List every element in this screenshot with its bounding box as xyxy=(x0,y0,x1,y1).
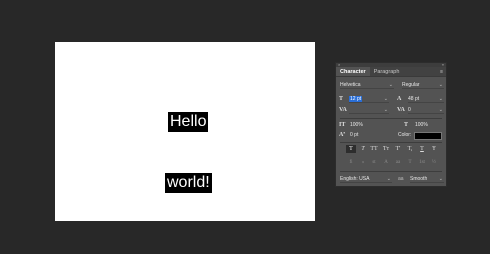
chevron-down-icon: ⌄ xyxy=(383,107,388,113)
font-row: Helvetica ⌄ Regular ⌄ xyxy=(336,81,448,91)
font-family-value: Helvetica xyxy=(340,82,361,88)
chevron-down-icon: ⌄ xyxy=(383,96,388,102)
language-dropdown[interactable]: English: USA ⌄ xyxy=(340,175,392,183)
scale-row: IT 100% T 100% xyxy=(336,121,448,131)
baseline-row: Aª 0 pt Color: xyxy=(336,131,448,141)
size-row: T 12 pt ⌄ A 48 pt ⌄ xyxy=(336,95,448,105)
horizontal-scale-icon: T xyxy=(404,122,409,128)
horizontal-scale-field[interactable]: 100% xyxy=(415,121,443,129)
antialias-dropdown[interactable]: Smooth ⌄ xyxy=(410,175,444,183)
tracking-icon: VA xyxy=(397,107,405,113)
stylistic-alternates-button[interactable]: aa xyxy=(393,159,403,166)
chevron-down-icon: ⌄ xyxy=(386,176,391,182)
chevron-down-icon: ⌄ xyxy=(388,82,393,88)
fractions-button[interactable]: ½ xyxy=(429,159,439,166)
chevron-down-icon: ⌄ xyxy=(438,96,443,102)
all-caps-button[interactable]: TT xyxy=(369,145,379,153)
tab-paragraph[interactable]: Paragraph xyxy=(370,67,404,76)
opentype-buttons: fi ℴ st A aa T 1st ½ xyxy=(336,159,448,169)
font-size-field[interactable]: 12 pt ⌄ xyxy=(349,95,389,103)
leading-value: 48 pt xyxy=(408,96,420,102)
tracking-field[interactable]: 0 ⌄ xyxy=(408,106,444,114)
superscript-button[interactable]: T' xyxy=(393,145,403,153)
kerning-icon: VA xyxy=(339,107,347,113)
chevron-down-icon: ⌄ xyxy=(438,176,443,182)
strikethrough-button[interactable]: Ŧ xyxy=(429,145,439,153)
font-size-icon: T xyxy=(339,96,344,102)
divider xyxy=(340,171,442,172)
panel-tabs: Character Paragraph ≡ xyxy=(336,67,446,77)
chevron-down-icon: ⌄ xyxy=(438,107,443,113)
color-label: Color: xyxy=(398,132,412,138)
tracking-value: 0 xyxy=(408,107,411,113)
chevron-down-icon: ⌄ xyxy=(438,82,443,88)
vertical-scale-icon: IT xyxy=(339,122,346,128)
subscript-button[interactable]: T, xyxy=(405,145,415,153)
underline-button[interactable]: T xyxy=(417,145,427,153)
color-swatch[interactable] xyxy=(414,132,442,140)
font-style-value: Regular xyxy=(402,82,420,88)
text-layer-hello[interactable]: Hello xyxy=(168,112,209,132)
kerning-field[interactable]: ⌄ xyxy=(349,106,389,114)
vertical-scale-value: 100% xyxy=(350,122,363,128)
antialias-icon: aa xyxy=(398,176,404,182)
font-style-dropdown[interactable]: Regular ⌄ xyxy=(402,81,444,89)
leading-field[interactable]: 48 pt ⌄ xyxy=(408,95,444,103)
type-style-buttons: T T TT Tт T' T, T Ŧ xyxy=(336,145,448,155)
baseline-shift-icon: Aª xyxy=(339,132,346,138)
divider xyxy=(340,118,442,119)
horizontal-scale-value: 100% xyxy=(415,122,428,128)
swash-button[interactable]: A xyxy=(381,159,391,166)
character-panel: × » Character Paragraph ≡ Helvetica ⌄ Re… xyxy=(335,62,447,187)
divider xyxy=(340,142,442,143)
font-size-value: 12 pt xyxy=(349,96,363,102)
old-style-button[interactable]: ℴ xyxy=(358,159,368,166)
ordinals-button[interactable]: 1st xyxy=(417,159,427,166)
titling-alternates-button[interactable]: T xyxy=(405,159,415,166)
leading-icon: A xyxy=(397,96,402,102)
small-caps-button[interactable]: Tт xyxy=(381,145,391,153)
document-canvas[interactable]: Hello world! xyxy=(55,42,315,221)
discretionary-ligatures-button[interactable]: st xyxy=(369,159,379,166)
language-value: English: USA xyxy=(340,176,370,182)
faux-bold-button[interactable]: T xyxy=(346,145,356,153)
language-row: English: USA ⌄ aa Smooth ⌄ xyxy=(336,175,448,185)
tab-character[interactable]: Character xyxy=(336,67,370,76)
baseline-shift-field[interactable]: 0 pt xyxy=(350,131,380,139)
panel-menu-icon[interactable]: ≡ xyxy=(440,69,443,75)
ligatures-button[interactable]: fi xyxy=(346,159,356,166)
kerning-row: VA ⌄ VA 0 ⌄ xyxy=(336,106,448,116)
faux-italic-button[interactable]: T xyxy=(358,145,368,153)
baseline-shift-value: 0 pt xyxy=(350,132,359,138)
font-family-dropdown[interactable]: Helvetica ⌄ xyxy=(340,81,394,89)
vertical-scale-field[interactable]: 100% xyxy=(350,121,380,129)
antialias-value: Smooth xyxy=(410,176,428,182)
text-layer-world[interactable]: world! xyxy=(165,173,212,193)
